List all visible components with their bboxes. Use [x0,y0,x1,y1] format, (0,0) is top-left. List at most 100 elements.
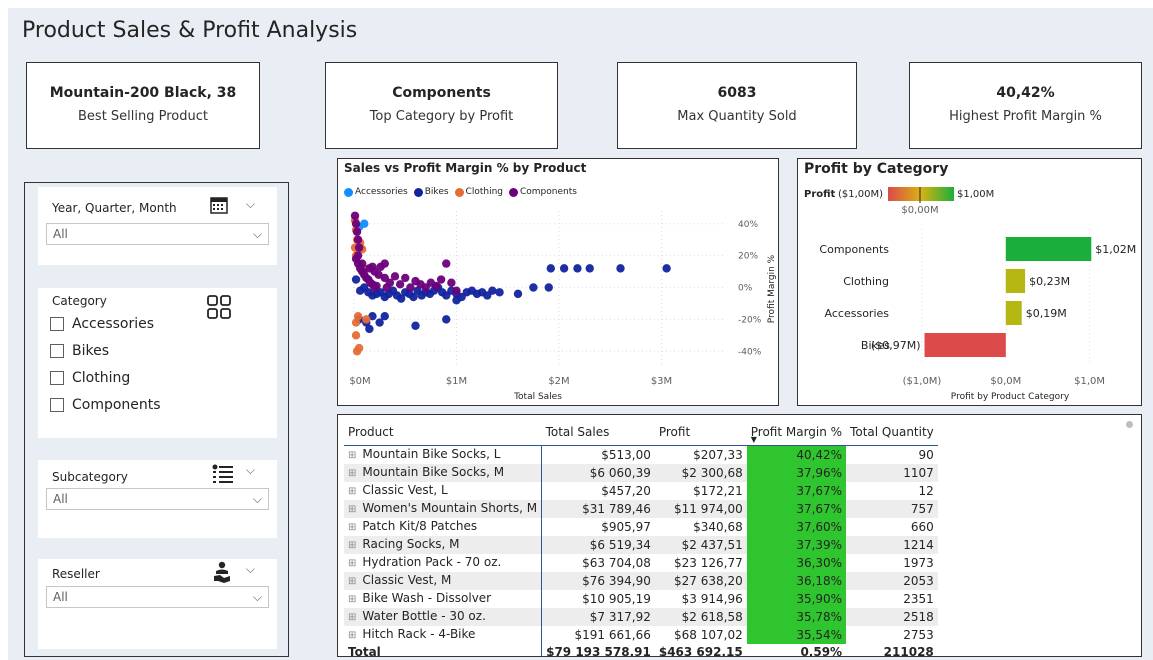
table-row[interactable]: ⊞ Hitch Rack - 4-Bike $191 661,66 $68 107,0… [344,626,938,644]
data-point-bikes[interactable] [488,286,497,295]
cell-product[interactable]: ⊞ Racing Socks, M [344,536,543,554]
table-row[interactable]: ⊞ Mountain Bike Socks, L $513,00 $207,33 40,… [344,445,938,464]
table-row[interactable]: ⊞ Women's Mountain Shorts, M $31 789,46 $11… [344,500,938,518]
data-point-components[interactable] [452,286,461,295]
checkbox[interactable] [50,344,64,358]
data-point-components[interactable] [442,259,451,268]
data-point-bikes[interactable] [544,283,553,292]
kpi-card-top-category[interactable]: Components Top Category by Profit [325,62,558,149]
cell-product[interactable]: ⊞ Hydration Pack - 70 oz. [344,554,543,572]
table-row[interactable]: ⊞ Classic Vest, L $457,20 $172,21 37,67% 12 [344,482,938,500]
kpi-card-max-quantity[interactable]: 6083 Max Quantity Sold [617,62,857,149]
table-row[interactable]: ⊞ Hydration Pack - 70 oz. $63 704,08 $23 12… [344,554,938,572]
table-row[interactable]: ⊞ Bike Wash - Dissolver $10 905,19 $3 914,9… [344,590,938,608]
data-point-bikes[interactable] [616,264,625,273]
data-point-bikes[interactable] [442,315,451,324]
cell-product[interactable]: ⊞ Classic Vest, L [344,482,543,500]
data-point-bikes[interactable] [546,264,555,273]
product-matrix-panel[interactable]: Product Total Sales Profit Profit Margin… [337,414,1142,657]
data-point-bikes[interactable] [452,296,461,305]
column-header-total-quantity[interactable]: Total Quantity [846,421,938,446]
data-point-components[interactable] [354,243,364,252]
table-row[interactable]: ⊞ Racing Socks, M $6 519,34 $2 437,51 37,39%… [344,536,938,554]
category-option-clothing[interactable]: Clothing [50,370,130,386]
expand-icon[interactable]: ⊞ [348,594,356,605]
data-point-bikes[interactable] [529,283,538,292]
scatter-plot[interactable]: 40% 20% 0% -20% -40% $0M $1M $2M $3M Total Sales P… [338,159,778,405]
expand-icon[interactable]: ⊞ [348,468,356,479]
category-option-bikes[interactable]: Bikes [50,343,109,359]
date-dropdown[interactable]: All ⌵ [46,223,269,245]
data-point-bikes[interactable] [585,264,594,273]
data-point-components[interactable] [352,227,362,236]
expand-icon[interactable]: ⊞ [348,522,356,533]
cell-product[interactable]: ⊞ Women's Mountain Shorts, M [344,500,543,518]
data-point-components[interactable] [390,272,400,281]
chevron-down-icon[interactable]: ⌵ [246,197,255,212]
date-slicer[interactable]: Year, Quarter, Month ⌵ All ⌵ [38,187,277,265]
expand-icon[interactable]: ⊞ [348,450,356,461]
table-row[interactable]: ⊞ Patch Kit/8 Patches $905,97 $340,68 37,60%… [344,518,938,536]
column-header-product[interactable]: Product [344,421,542,446]
data-point-components[interactable] [447,278,456,287]
column-header-total-sales[interactable]: Total Sales [541,421,655,446]
data-point-bikes[interactable] [573,264,582,273]
column-header-profit-margin[interactable]: Profit Margin % ▼ [746,421,847,446]
category-option-accessories[interactable]: Accessories [50,316,154,332]
chevron-down-icon[interactable]: ⌵ [246,562,255,577]
cell-product[interactable]: ⊞ Classic Vest, M [344,572,543,590]
data-point-bikes[interactable] [365,324,374,334]
data-point-clothing[interactable] [351,331,361,340]
data-point-components[interactable] [358,259,367,268]
checkbox[interactable] [50,317,64,331]
scatter-chart-panel[interactable]: Sales vs Profit Margin % by Product Acce… [337,158,779,406]
data-point-components[interactable] [380,259,389,268]
bar-components[interactable] [1005,237,1092,261]
data-point-clothing[interactable] [351,318,361,327]
chevron-down-icon[interactable]: ⌵ [246,463,255,478]
data-point-bikes[interactable] [380,311,389,321]
reseller-slicer[interactable]: Reseller ⌵ All ⌵ [38,559,277,649]
cell-product[interactable]: ⊞ Water Bottle - 30 oz. [344,608,543,626]
data-point-bikes[interactable] [662,264,671,273]
bar-clothing[interactable] [1005,269,1026,293]
reseller-dropdown[interactable]: All ⌵ [46,586,269,608]
column-header-profit[interactable]: Profit [654,421,747,446]
expand-icon[interactable]: ⊞ [348,558,356,569]
bar-accessories[interactable] [1005,301,1022,325]
data-point-clothing[interactable] [362,315,371,324]
kpi-card-best-selling-product[interactable]: Mountain-200 Black, 38 Best Selling Prod… [26,62,260,149]
cell-product[interactable]: ⊞ Mountain Bike Socks, L [344,445,543,464]
expand-icon[interactable]: ⊞ [348,504,356,515]
data-point-bikes[interactable] [495,288,504,297]
cell-product[interactable]: ⊞ Mountain Bike Socks, M [344,464,543,482]
bar-chart-panel[interactable]: Profit by Category Profit ($1,00M) $1,00M $… [797,158,1142,406]
bar-bikes[interactable] [924,333,1006,357]
checkbox[interactable] [50,371,64,385]
data-point-clothing[interactable] [354,343,364,353]
category-option-components[interactable]: Components [50,397,161,413]
category-slicer[interactable]: Category Accessories Bikes Clothing Comp… [38,288,277,438]
table-row[interactable]: ⊞ Water Bottle - 30 oz. $7 317,92 $2 618,58… [344,608,938,626]
bar-plot[interactable]: Profit ($1,00M) $1,00M $0,00M ($1,0M) $0,0M $1… [798,159,1141,405]
data-point-components[interactable] [436,275,446,284]
data-point-components[interactable] [372,281,381,291]
checkbox[interactable] [50,398,64,412]
table-row[interactable]: ⊞ Classic Vest, M $76 394,90 $27 638,20 36,1… [344,572,938,590]
data-point-bikes[interactable] [513,289,523,299]
cell-product[interactable]: ⊞ Patch Kit/8 Patches [344,518,543,536]
cell-product[interactable]: ⊞ Bike Wash - Dissolver [344,590,543,608]
expand-icon[interactable]: ⊞ [348,630,356,641]
data-point-components[interactable] [365,264,374,273]
table-row[interactable]: ⊞ Mountain Bike Socks, M $6 060,39 $2 300,6… [344,464,938,482]
data-point-bikes[interactable] [411,321,420,330]
expand-icon[interactable]: ⊞ [348,576,356,587]
data-point-components[interactable] [353,235,363,244]
data-point-components[interactable] [353,251,363,260]
cell-product[interactable]: ⊞ Hitch Rack - 4-Bike [344,626,543,644]
expand-icon[interactable]: ⊞ [348,540,356,551]
data-point-bikes[interactable] [559,264,569,273]
scroll-indicator[interactable] [1126,421,1133,428]
kpi-card-highest-margin[interactable]: 40,42% Highest Profit Margin % [909,62,1142,149]
subcategory-dropdown[interactable]: All ⌵ [46,488,269,510]
